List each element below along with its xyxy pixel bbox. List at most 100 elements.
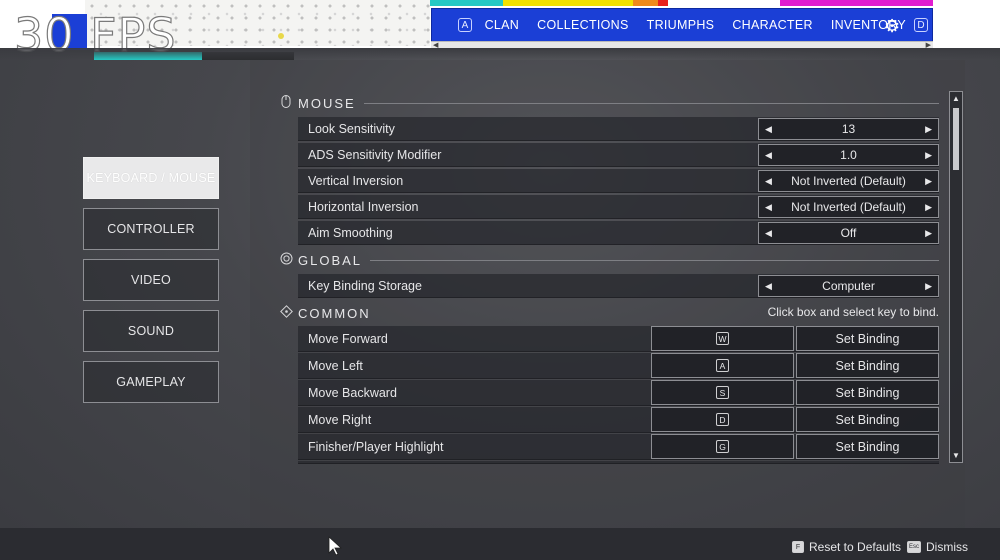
key-icon: Esc (907, 541, 921, 553)
arrow-left-icon[interactable]: ◀ (765, 124, 772, 135)
color-bar-magenta (780, 0, 933, 6)
option-selector[interactable]: ◀ Not Inverted (Default) ▶ (758, 196, 939, 218)
key-icon: F (792, 541, 804, 553)
keybind-label: Move Right (308, 413, 372, 427)
dismiss-label: Dismiss (926, 540, 968, 554)
arrow-left-icon[interactable]: ◀ (765, 228, 772, 239)
option-value: Not Inverted (Default) (791, 200, 906, 214)
set-binding-button[interactable]: Set Binding (796, 434, 939, 459)
arrow-right-icon[interactable]: ▶ (925, 202, 932, 213)
section-common-header: COMMON (279, 305, 739, 321)
color-bar-orange (633, 0, 658, 6)
tab-keyboard-mouse[interactable]: KEYBOARD / MOUSE (83, 157, 219, 199)
top-navigation: A CLAN COLLECTIONS TRIUMPHS CHARACTER IN… (431, 8, 933, 42)
arrow-right-icon[interactable]: ▶ (925, 124, 932, 135)
color-bar-red (658, 0, 668, 6)
top-shadow (0, 48, 1000, 60)
scroll-down-icon[interactable]: ▼ (950, 451, 962, 460)
nav-character[interactable]: CHARACTER (732, 18, 812, 32)
key-icon: S (716, 386, 729, 399)
binding-hint: Click box and select key to bind. (767, 305, 939, 319)
option-selector[interactable]: ◀ Not Inverted (Default) ▶ (758, 170, 939, 192)
section-global-title: GLOBAL (298, 252, 363, 268)
primary-key-box[interactable]: A (651, 353, 794, 378)
key-icon: G (716, 440, 729, 453)
arrow-left-icon[interactable]: ◀ (765, 202, 772, 213)
key-icon: D (716, 413, 729, 426)
pattern-dot (278, 33, 284, 39)
nav-scrollbar[interactable]: ◀ ▶ (431, 41, 933, 49)
setting-label: Aim Smoothing (308, 226, 393, 240)
option-selector[interactable]: ◀ 13 ▶ (758, 118, 939, 140)
diamond-icon (279, 305, 293, 321)
primary-key-box[interactable]: S (651, 380, 794, 405)
keybind-row: Move Left A Set Binding (298, 353, 939, 379)
nav-clan[interactable]: CLAN (485, 18, 520, 32)
scroll-thumb[interactable] (953, 108, 959, 170)
setting-label: Key Binding Storage (308, 279, 422, 293)
setting-label: Horizontal Inversion (308, 200, 419, 214)
setting-label: Look Sensitivity (308, 122, 395, 136)
arrow-right-icon[interactable]: ▶ (925, 281, 932, 292)
section-mouse-title: MOUSE (298, 95, 356, 111)
section-common-title: COMMON (298, 305, 371, 321)
option-value: Not Inverted (Default) (791, 174, 906, 188)
keybind-row: Move Forward W Set Binding (298, 326, 939, 352)
keybind-row: Move Backward S Set Binding (298, 380, 939, 406)
option-value: 13 (841, 122, 856, 136)
section-mouse-header: MOUSE (279, 95, 939, 111)
mouse-icon (279, 95, 293, 111)
nav-triumphs[interactable]: TRIUMPHS (647, 18, 715, 32)
color-bar-yellow (503, 0, 633, 6)
setting-row: Horizontal Inversion ◀ Not Inverted (Def… (298, 195, 939, 219)
setting-row: Vertical Inversion ◀ Not Inverted (Defau… (298, 169, 939, 193)
key-icon: A (716, 359, 729, 372)
primary-key-box[interactable]: G (651, 434, 794, 459)
nav-right-key: D (914, 18, 928, 32)
option-value: Off (840, 226, 857, 240)
nav-collections[interactable]: COLLECTIONS (537, 18, 629, 32)
set-binding-button[interactable]: Set Binding (796, 380, 939, 405)
keybind-row: Move Right D Set Binding (298, 407, 939, 433)
nav-left-key: A (458, 18, 472, 32)
reset-defaults-label: Reset to Defaults (809, 540, 902, 554)
tab-gameplay[interactable]: GAMEPLAY (83, 361, 219, 403)
dismiss-button[interactable]: Esc Dismiss (907, 540, 968, 554)
set-binding-button[interactable]: Set Binding (796, 353, 939, 378)
keybind-label: Finisher/Player Highlight (308, 440, 444, 454)
arrow-left-icon[interactable]: ◀ (765, 150, 772, 161)
key-icon: W (716, 332, 729, 345)
arrow-left-icon[interactable]: ◀ (765, 176, 772, 187)
settings-scrollbar[interactable]: ▲ ▼ (949, 91, 963, 463)
option-selector[interactable]: ◀ Computer ▶ (758, 275, 939, 297)
mouse-cursor-icon (328, 536, 343, 556)
primary-key-box[interactable]: W (651, 326, 794, 351)
tab-video[interactable]: VIDEO (83, 259, 219, 301)
keybind-label: Move Backward (308, 386, 397, 400)
set-binding-button[interactable]: Set Binding (796, 326, 939, 351)
keybind-label: Move Forward (308, 332, 388, 346)
keybind-row: Finisher/Player Highlight G Set Binding (298, 434, 939, 460)
section-rule (370, 259, 939, 261)
reset-defaults-button[interactable]: F Reset to Defaults (792, 540, 901, 554)
keybind-row-partial (298, 461, 939, 464)
option-value: 1.0 (840, 148, 857, 162)
arrow-left-icon[interactable]: ◀ (765, 281, 772, 292)
setting-row: Key Binding Storage ◀ Computer ▶ (298, 274, 939, 298)
option-selector[interactable]: ◀ 1.0 ▶ (758, 144, 939, 166)
primary-key-box[interactable]: D (651, 407, 794, 432)
setting-label: Vertical Inversion (308, 174, 404, 188)
section-rule (363, 102, 939, 104)
set-binding-button[interactable]: Set Binding (796, 407, 939, 432)
scroll-up-icon[interactable]: ▲ (950, 94, 962, 103)
option-selector[interactable]: ◀ Off ▶ (758, 222, 939, 244)
arrow-right-icon[interactable]: ▶ (925, 176, 932, 187)
globe-icon (279, 252, 293, 268)
setting-row: ADS Sensitivity Modifier ◀ 1.0 ▶ (298, 143, 939, 167)
arrow-right-icon[interactable]: ▶ (925, 228, 932, 239)
gear-icon[interactable]: ⚙ (884, 16, 900, 37)
tab-controller[interactable]: CONTROLLER (83, 208, 219, 250)
arrow-right-icon[interactable]: ▶ (925, 150, 932, 161)
tab-sound[interactable]: SOUND (83, 310, 219, 352)
setting-label: ADS Sensitivity Modifier (308, 148, 442, 162)
